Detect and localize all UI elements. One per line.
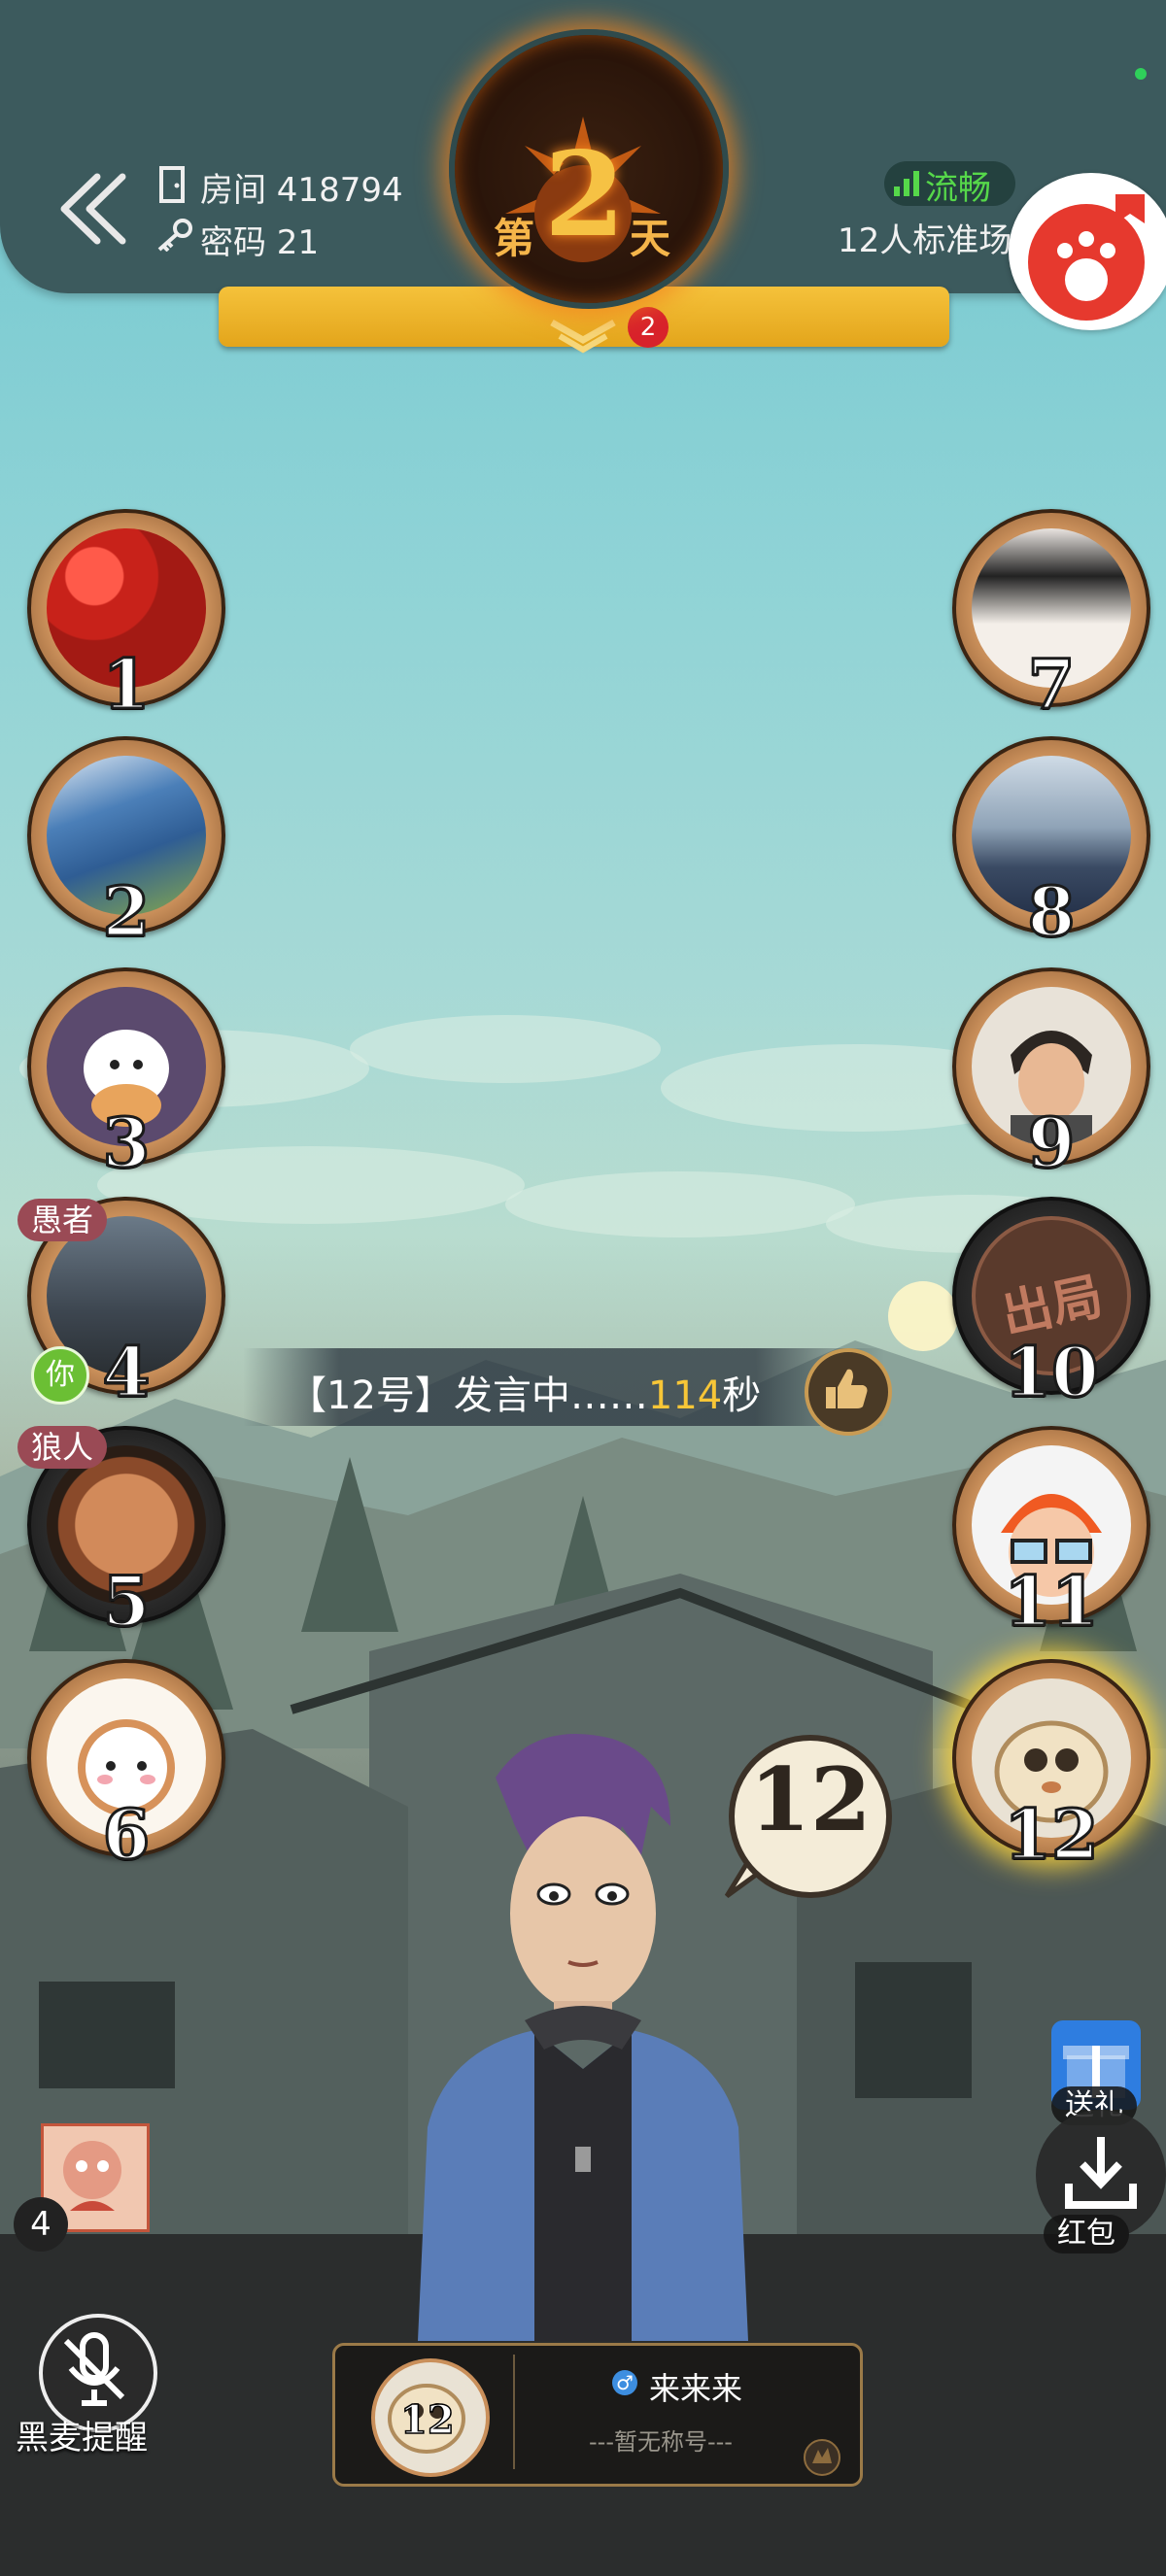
seat-2[interactable]: 2	[27, 736, 225, 954]
key-icon	[157, 219, 192, 252]
network-status-text: 流畅	[925, 169, 991, 208]
door-icon	[159, 166, 185, 203]
seat-12[interactable]: 12	[952, 1659, 1150, 1877]
tomato-mascot-icon	[1028, 194, 1145, 321]
seat-number: 2	[101, 870, 152, 954]
countdown-unit: 秒	[722, 1373, 762, 1418]
day-number: 2	[544, 126, 626, 263]
seat-11[interactable]: 11	[952, 1426, 1150, 1644]
seat-10[interactable]: 出局 10	[952, 1197, 1150, 1414]
seat-number: 6	[101, 1793, 152, 1877]
room-number: 房间 418794	[200, 171, 403, 210]
role-tag-werewolf: 狼人	[17, 1426, 108, 1469]
red-packet-label: 红包	[1044, 2215, 1129, 2254]
speaker-title: ---暂无称号---	[589, 2428, 733, 2456]
seat-1[interactable]: 1	[27, 509, 225, 727]
mic-off-icon	[63, 2332, 125, 2406]
speaking-label: 【12号】发言中……	[288, 1373, 648, 1418]
signal-bars-icon	[894, 171, 919, 196]
online-dot	[1135, 68, 1147, 80]
seat-number: 1	[101, 643, 152, 727]
seat-number: 10	[1003, 1331, 1100, 1414]
seat-8[interactable]: 8	[952, 736, 1150, 954]
room-password: 密码 21	[200, 223, 320, 262]
mic-reminder-label: 黑麦提醒	[16, 2419, 148, 2457]
card-count-badge: 4	[14, 2197, 68, 2252]
seat-6[interactable]: 6	[27, 1659, 225, 1877]
thumbs-up-icon	[826, 1369, 868, 1408]
seat-9[interactable]: 9	[952, 967, 1150, 1185]
speaker-name: 来来来	[649, 2370, 743, 2407]
mascot-button[interactable]	[1009, 173, 1166, 330]
notification-badge: 2	[628, 307, 669, 348]
seat-3[interactable]: 3	[27, 967, 225, 1185]
like-button[interactable]	[805, 1348, 892, 1436]
role-tag-fool: 愚者	[17, 1199, 108, 1241]
countdown-seconds: 114	[647, 1373, 723, 1418]
seat-number: 9	[1026, 1102, 1077, 1185]
day-prefix: 第	[494, 215, 535, 262]
character-illustration	[418, 1734, 748, 2341]
wolf-emblem-icon	[804, 2439, 840, 2476]
seat-number: 7	[1026, 643, 1077, 727]
seat-number: 12	[1003, 1793, 1100, 1877]
game-mode-label: 12人标准场	[838, 221, 1012, 260]
seat-number: 11	[1003, 1560, 1100, 1644]
you-badge: 你	[31, 1346, 89, 1405]
male-icon: ♂	[612, 2370, 637, 2395]
seat-7[interactable]: 7	[952, 509, 1150, 727]
seat-number: 8	[1026, 870, 1077, 954]
chevron-down-icon[interactable]	[544, 317, 622, 356]
speaking-status-text: 【12号】发言中……114秒	[288, 1364, 761, 1420]
back-icon[interactable]	[51, 165, 138, 253]
card-divider	[513, 2355, 515, 2469]
day-suffix: 天	[630, 215, 671, 262]
speaker-seat-number: 12	[399, 2396, 455, 2444]
seat-number: 5	[101, 1560, 152, 1644]
seat-number: 3	[101, 1102, 152, 1185]
